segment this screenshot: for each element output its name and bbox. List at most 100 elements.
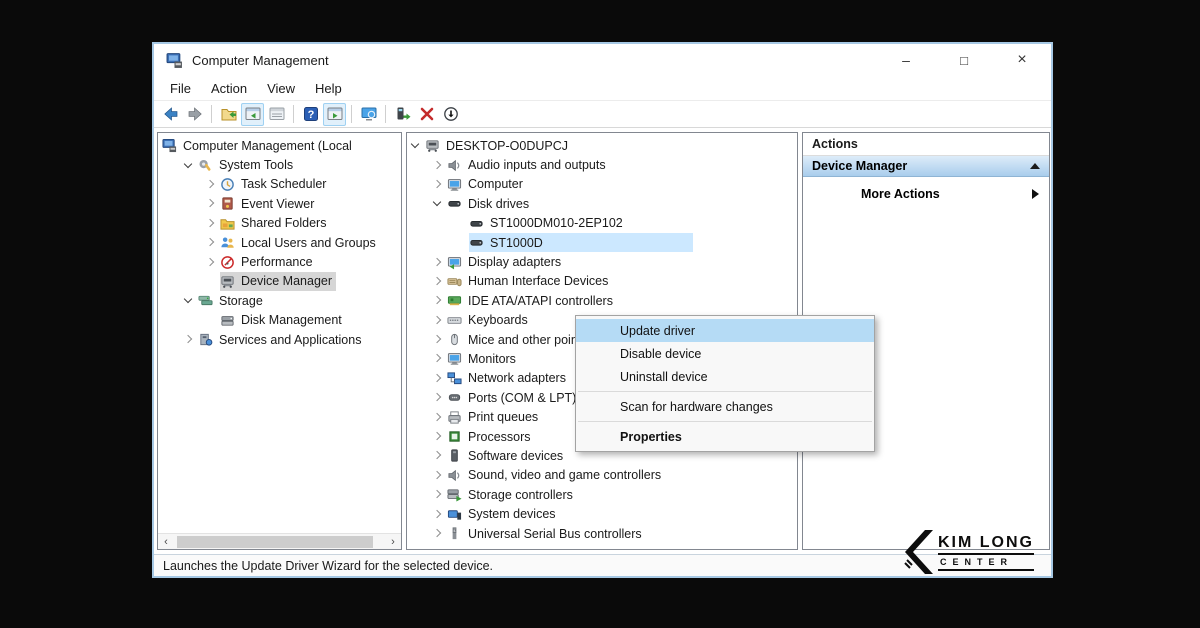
tree-item-computer[interactable]: Computer [407,175,797,194]
tree-item-services-and-applications[interactable]: Services and Applications [158,330,401,349]
keyboard-icon [447,313,462,328]
separator [351,105,352,123]
expander-icon[interactable] [433,354,442,363]
context-menu-item-uninstall-device[interactable]: Uninstall device [576,365,874,388]
toolbar-button-back[interactable] [159,103,182,126]
minimize-button[interactable]: – [877,44,935,76]
expander-icon[interactable] [206,199,215,208]
tree-item-desktop-o0dupcj[interactable]: DESKTOP-O0DUPCJ [407,136,797,155]
actions-group-device-manager[interactable]: Device Manager [803,156,1049,177]
toolbar-button-folder-up[interactable] [217,103,240,126]
scroll-right-arrow-icon[interactable]: › [385,534,401,549]
expander-icon[interactable] [206,258,215,267]
folder-up-icon [221,106,237,122]
expander-icon[interactable] [433,490,442,499]
tree-item-disk-drives[interactable]: Disk drives [407,194,797,213]
tree-item-computer-management-local[interactable]: Computer Management (Local [158,136,401,155]
expander-icon[interactable] [433,180,442,189]
toolbar-button-properties-window[interactable] [265,103,288,126]
expander-icon[interactable] [433,335,442,344]
expander-icon[interactable] [433,374,442,383]
tree-item-device-manager[interactable]: Device Manager [158,272,401,291]
expander-icon[interactable] [433,393,442,402]
expander-icon[interactable] [433,432,442,441]
tree-item-event-viewer[interactable]: Event Viewer [158,194,401,213]
tree-item-system-devices[interactable]: System devices [407,504,797,523]
toolbar-button-action-pane[interactable] [323,103,346,126]
device-manager-icon [220,274,235,289]
expander-icon[interactable] [433,161,442,170]
tree-item-storage-controllers[interactable]: Storage controllers [407,485,797,504]
toolbar-button-update-driver[interactable] [391,103,414,126]
task-scheduler-icon [220,177,235,192]
tree-item-disk-management[interactable]: Disk Management [158,311,401,330]
tree-item-st1000dm010-2ep102[interactable]: ST1000DM010-2EP102 [407,214,797,233]
expander-icon[interactable] [184,161,193,170]
collapse-caret-icon [1030,163,1040,169]
tree-item-ide-ata-atapi-controllers[interactable]: IDE ATA/ATAPI controllers [407,291,797,310]
close-button[interactable]: × [993,44,1051,76]
more-actions-item[interactable]: More Actions [803,177,1049,201]
expander-icon[interactable] [433,471,442,480]
expander-icon[interactable] [433,529,442,538]
expander-icon[interactable] [433,413,442,422]
expander-icon[interactable] [433,451,442,460]
scroll-left-arrow-icon[interactable]: ‹ [158,534,174,549]
ports-icon [447,390,462,405]
tree-item-display-adapters[interactable]: Display adapters [407,252,797,271]
menu-action[interactable]: Action [201,78,257,99]
expander-icon[interactable] [433,510,442,519]
console-tree-icon [245,106,261,122]
toolbar-button-uninstall-device[interactable] [415,103,438,126]
tree-item-task-scheduler[interactable]: Task Scheduler [158,175,401,194]
computer-management-icon [162,138,177,153]
expander-icon[interactable] [433,199,442,208]
expander-icon[interactable] [184,335,193,344]
context-menu-item-update-driver[interactable]: Update driver [576,319,874,342]
mouse-icon [447,332,462,347]
logo-chevron-icon [901,530,933,574]
expander-icon[interactable] [206,219,215,228]
tree-item-system-tools[interactable]: System Tools [158,155,401,174]
expander-icon[interactable] [206,238,215,247]
maximize-button[interactable]: □ [935,44,993,76]
expander-icon[interactable] [411,141,420,150]
tree-item-audio-inputs-and-outputs[interactable]: Audio inputs and outputs [407,155,797,174]
tree-item-local-users-and-groups[interactable]: Local Users and Groups [158,233,401,252]
menu-file[interactable]: File [160,78,201,99]
system-device-icon [447,507,462,522]
separator [211,105,212,123]
toolbar-button-help[interactable] [299,103,322,126]
scrollbar-thumb[interactable] [177,536,373,548]
toolbar-button-remote-monitor[interactable] [357,103,380,126]
expander-icon[interactable] [433,258,442,267]
horizontal-scrollbar[interactable]: ‹ › [158,533,401,549]
expander-icon[interactable] [433,296,442,305]
tree-item-st1000d[interactable]: ST1000D [407,233,797,252]
tree-item-shared-folders[interactable]: Shared Folders [158,214,401,233]
context-menu-item-properties[interactable]: Properties [576,425,874,448]
context-menu-item-disable-device[interactable]: Disable device [576,342,874,365]
audio-inputs-icon [447,158,462,173]
context-menu-item-scan-for-hardware-changes[interactable]: Scan for hardware changes [576,395,874,418]
tree-item-performance[interactable]: Performance [158,252,401,271]
computer-icon [447,177,462,192]
menu-help[interactable]: Help [305,78,352,99]
tree-item-human-interface-devices[interactable]: Human Interface Devices [407,272,797,291]
expander-icon[interactable] [433,277,442,286]
toolbar-button-console-tree[interactable] [241,103,264,126]
tree-item-universal-serial-bus-controllers[interactable]: Universal Serial Bus controllers [407,524,797,543]
console-tree: Computer Management (Local System Tools … [158,133,401,349]
separator [578,421,872,422]
toolbar-button-forward[interactable] [183,103,206,126]
monitor-icon [447,351,462,366]
expander-icon[interactable] [184,296,193,305]
toolbar-button-disable-device[interactable] [439,103,462,126]
storage-icon [198,293,213,308]
tree-item-sound-video-and-game-controllers[interactable]: Sound, video and game controllers [407,466,797,485]
tree-item-storage[interactable]: Storage [158,291,401,310]
menu-view[interactable]: View [257,78,305,99]
expander-icon[interactable] [433,316,442,325]
expander-icon[interactable] [206,180,215,189]
toolbar [154,101,1051,128]
